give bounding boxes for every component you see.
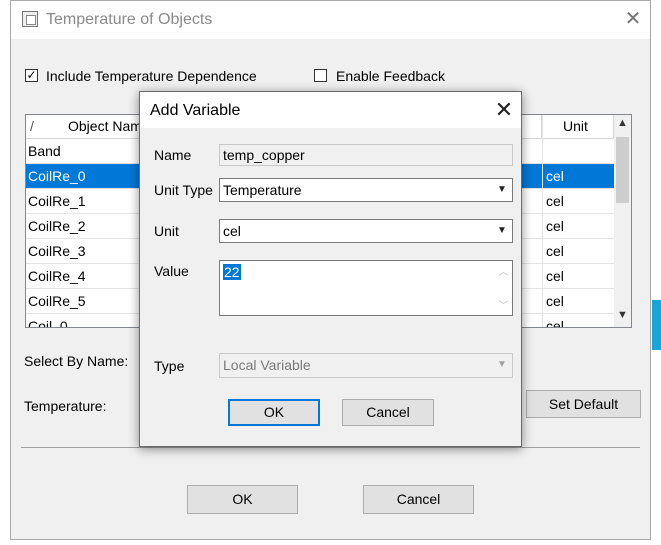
column-header-unit[interactable]: Unit	[542, 115, 614, 139]
temperature-label: Temperature:	[24, 398, 107, 414]
value-label: Value	[154, 263, 189, 279]
row-object-name: Band	[28, 143, 61, 159]
unit-type-value: Temperature	[223, 182, 302, 198]
row-unit: cel	[546, 193, 564, 209]
include-temperature-label: Include Temperature Dependence	[46, 68, 257, 84]
dialog-cancel-button[interactable]: Cancel	[342, 399, 434, 426]
unit-type-select[interactable]: Temperature ▼	[219, 178, 513, 202]
scroll-up-icon[interactable]: ︿	[495, 263, 512, 278]
row-object-name: Coil_0	[28, 318, 68, 328]
type-select: Local Variable ▼	[219, 353, 513, 378]
close-icon[interactable]: ✕	[623, 9, 643, 29]
table-vertical-scrollbar[interactable]: ▲ ▼	[614, 115, 631, 327]
unit-type-label: Unit Type	[154, 182, 213, 198]
unit-label: Unit	[154, 223, 179, 239]
name-label: Name	[154, 147, 192, 163]
dialog-ok-button[interactable]: OK	[228, 399, 320, 426]
row-object-name: CoilRe_3	[28, 243, 86, 259]
close-icon[interactable]: ✕	[492, 98, 516, 122]
sort-indicator-icon: /	[30, 118, 34, 134]
chevron-down-icon: ▼	[493, 355, 511, 376]
select-by-name-label: Select By Name:	[24, 353, 129, 369]
row-object-name: CoilRe_0	[28, 168, 86, 184]
type-label: Type	[154, 358, 185, 374]
column-divider	[542, 115, 543, 327]
row-object-name: CoilRe_4	[28, 268, 86, 284]
row-unit: cel	[546, 168, 564, 184]
window-title-bar: Temperature of Objects ✕	[11, 1, 650, 39]
row-unit: cel	[546, 293, 564, 309]
type-value: Local Variable	[223, 357, 311, 373]
value-scrollbar[interactable]: ︿ ﹀	[495, 261, 512, 315]
row-object-name: CoilRe_1	[28, 193, 86, 209]
row-unit: cel	[546, 318, 564, 328]
divider	[21, 447, 640, 448]
unit-value: cel	[223, 223, 241, 239]
chevron-down-icon[interactable]: ▼	[493, 180, 511, 200]
chevron-down-icon[interactable]: ▼	[493, 221, 511, 241]
dialog-title-bar: Add Variable ✕	[140, 92, 521, 128]
set-default-button[interactable]: Set Default	[526, 390, 641, 418]
unit-select[interactable]: cel ▼	[219, 219, 513, 243]
row-unit: cel	[546, 218, 564, 234]
window-title: Temperature of Objects	[46, 11, 213, 28]
value-textarea[interactable]: 22 ︿ ﹀	[219, 260, 513, 316]
ok-button[interactable]: OK	[187, 485, 298, 514]
value-text-selected: 22	[223, 264, 241, 280]
scroll-down-icon[interactable]: ▼	[614, 309, 631, 326]
dialog-title: Add Variable	[150, 102, 241, 119]
row-object-name: CoilRe_5	[28, 293, 86, 309]
scrollbar-thumb[interactable]	[616, 137, 629, 203]
name-field[interactable]: temp_copper	[219, 144, 513, 166]
row-object-name: CoilRe_2	[28, 218, 86, 234]
scroll-up-icon[interactable]: ▲	[614, 117, 631, 134]
row-unit: cel	[546, 268, 564, 284]
enable-feedback-label: Enable Feedback	[336, 68, 445, 84]
add-variable-dialog: Add Variable ✕ Name temp_copper Unit Typ…	[139, 91, 522, 447]
window-app-icon	[22, 11, 38, 27]
scroll-down-icon[interactable]: ﹀	[495, 297, 512, 312]
enable-feedback-checkbox[interactable]	[314, 69, 327, 82]
include-temperature-checkbox[interactable]: ✓	[25, 69, 38, 82]
row-unit: cel	[546, 243, 564, 259]
background-window-edge	[652, 300, 661, 350]
cancel-button[interactable]: Cancel	[363, 485, 474, 514]
